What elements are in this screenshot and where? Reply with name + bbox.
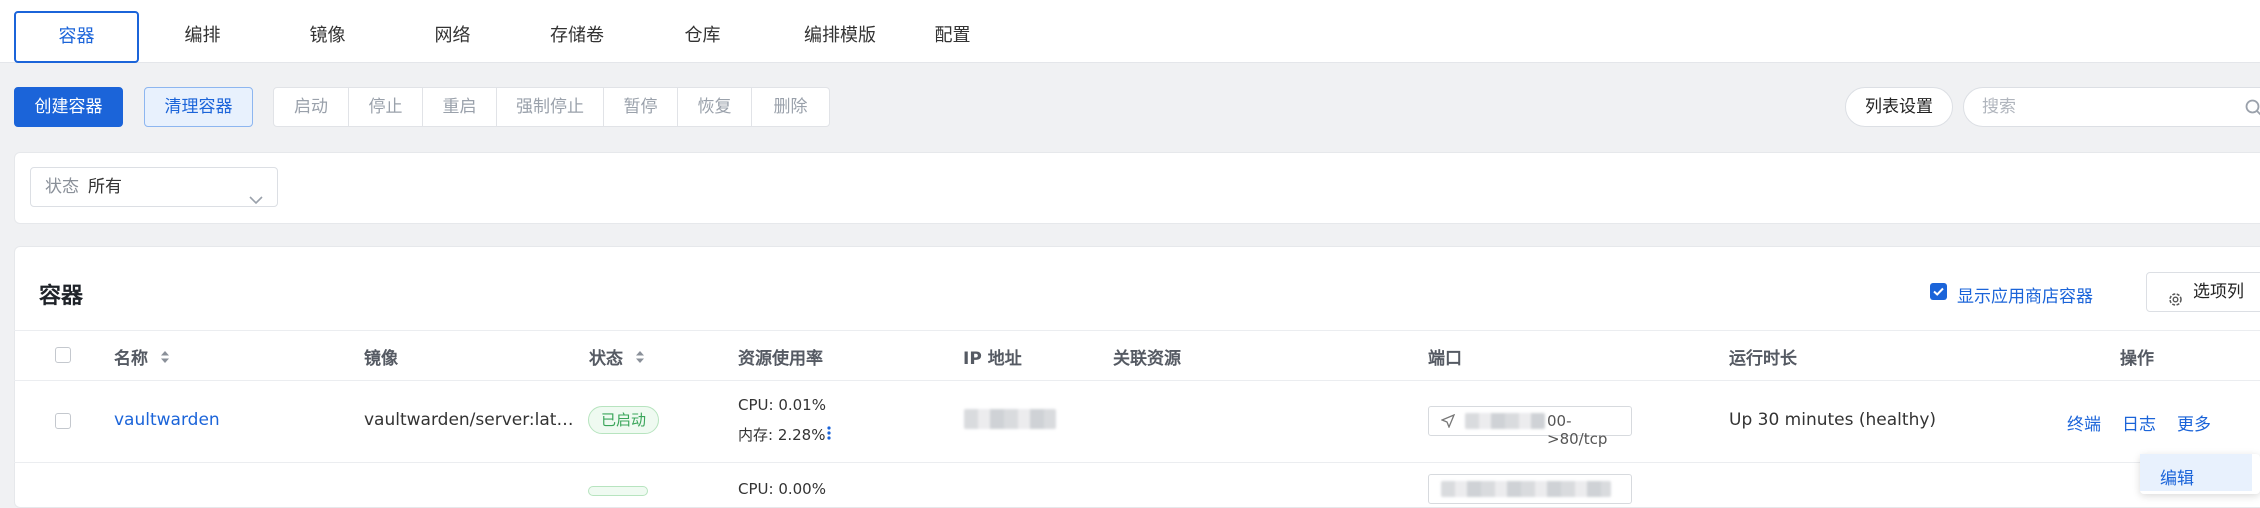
checkbox-checked-icon (1930, 283, 1947, 300)
tab-volumes[interactable]: 存储卷 (522, 11, 632, 61)
header-ip-address: IP 地址 (963, 349, 1022, 369)
tab-images[interactable]: 镜像 (275, 11, 380, 61)
create-container-button[interactable]: 创建容器 (14, 87, 123, 127)
uptime-text: Up 30 minutes (healthy) (1729, 410, 1937, 430)
cpu-usage: CPU: 0.01% (738, 396, 826, 414)
search-input[interactable] (1980, 96, 2244, 118)
tab-compose-templates[interactable]: 编排模版 (775, 11, 905, 61)
cpu-usage: CPU: 0.00% (738, 480, 826, 498)
tab-config[interactable]: 配置 (900, 11, 1005, 61)
navigation-arrow-icon (1440, 413, 1456, 432)
search-icon[interactable] (2244, 98, 2260, 118)
dropdown-item-highlight (2140, 454, 2252, 491)
restart-button[interactable]: 重启 (423, 88, 497, 126)
filter-panel (14, 152, 2260, 224)
port-mapping[interactable]: 00->80/tcp (1428, 406, 1632, 448)
status-filter-select[interactable]: 状态 所有 (30, 167, 278, 207)
clean-containers-button[interactable]: 清理容器 (144, 87, 253, 127)
header-status-label: 状态 (589, 349, 623, 369)
tab-networks[interactable]: 网络 (400, 11, 505, 61)
header-status[interactable]: 状态 (589, 344, 645, 369)
header-ports: 端口 (1428, 349, 1462, 369)
header-name[interactable]: 名称 (114, 344, 170, 369)
status-badge (588, 486, 648, 496)
chevron-down-icon (249, 181, 263, 219)
port-host-redacted (1465, 413, 1545, 429)
divider (14, 462, 2260, 463)
start-button[interactable]: 启动 (274, 88, 349, 126)
container-name-link[interactable]: vaultwarden (114, 410, 220, 430)
tab-registries[interactable]: 仓库 (650, 11, 755, 61)
more-vertical-icon[interactable] (826, 425, 832, 445)
logs-action[interactable]: 日志 (2122, 410, 2156, 435)
stop-button[interactable]: 停止 (349, 88, 423, 126)
header-name-label: 名称 (114, 349, 148, 369)
top-tabs-bar: 容器 编排 镜像 网络 存储卷 仓库 编排模版 配置 (0, 0, 2260, 63)
more-dropdown: 编辑 (2140, 454, 2260, 494)
show-appstore-label: 显示应用商店容器 (1957, 287, 2093, 307)
header-uptime: 运行时长 (1729, 349, 1797, 369)
header-related-resources: 关联资源 (1113, 349, 1181, 369)
containers-table-card (14, 246, 2260, 508)
ip-address-redacted (964, 409, 1056, 429)
table-title: 容器 (39, 284, 84, 309)
port-host-redacted (1441, 481, 1611, 497)
more-action[interactable]: 更多 (2177, 410, 2211, 435)
select-all-checkbox[interactable] (55, 347, 71, 363)
gear-icon (2167, 284, 2184, 322)
dropdown-item-edit[interactable]: 编辑 (2160, 464, 2194, 489)
status-badge: 已启动 (588, 406, 660, 434)
port-mapping-text: 00->80/tcp (1547, 412, 1608, 448)
resume-button[interactable]: 恢复 (678, 88, 752, 126)
container-action-group: 启动 停止 重启 强制停止 暂停 恢复 删除 (273, 87, 830, 127)
status-filter-label: 状态 (45, 177, 79, 197)
list-settings-button[interactable]: 列表设置 (1845, 87, 1953, 127)
search-box (1963, 87, 2260, 127)
header-resource-usage: 资源使用率 (738, 349, 823, 369)
divider (14, 330, 2260, 331)
columns-option-label: 选项列 (2193, 282, 2244, 302)
terminal-action[interactable]: 终端 (2067, 410, 2101, 435)
sort-icon (160, 349, 170, 369)
columns-option-button[interactable]: 选项列 (2146, 272, 2260, 312)
container-image: vaultwarden/server:lat… (364, 410, 574, 430)
pause-button[interactable]: 暂停 (604, 88, 678, 126)
delete-button[interactable]: 删除 (752, 88, 829, 126)
memory-usage: 内存: 2.28% (738, 426, 826, 444)
sort-icon (635, 349, 645, 369)
port-mapping[interactable] (1428, 474, 1632, 504)
row-checkbox[interactable] (55, 413, 71, 429)
force-stop-button[interactable]: 强制停止 (497, 88, 604, 126)
tab-containers[interactable]: 容器 (14, 11, 139, 63)
status-filter-value: 所有 (88, 177, 122, 197)
header-image: 镜像 (364, 349, 398, 369)
tab-compose[interactable]: 编排 (150, 11, 255, 61)
header-actions: 操作 (2120, 349, 2154, 369)
